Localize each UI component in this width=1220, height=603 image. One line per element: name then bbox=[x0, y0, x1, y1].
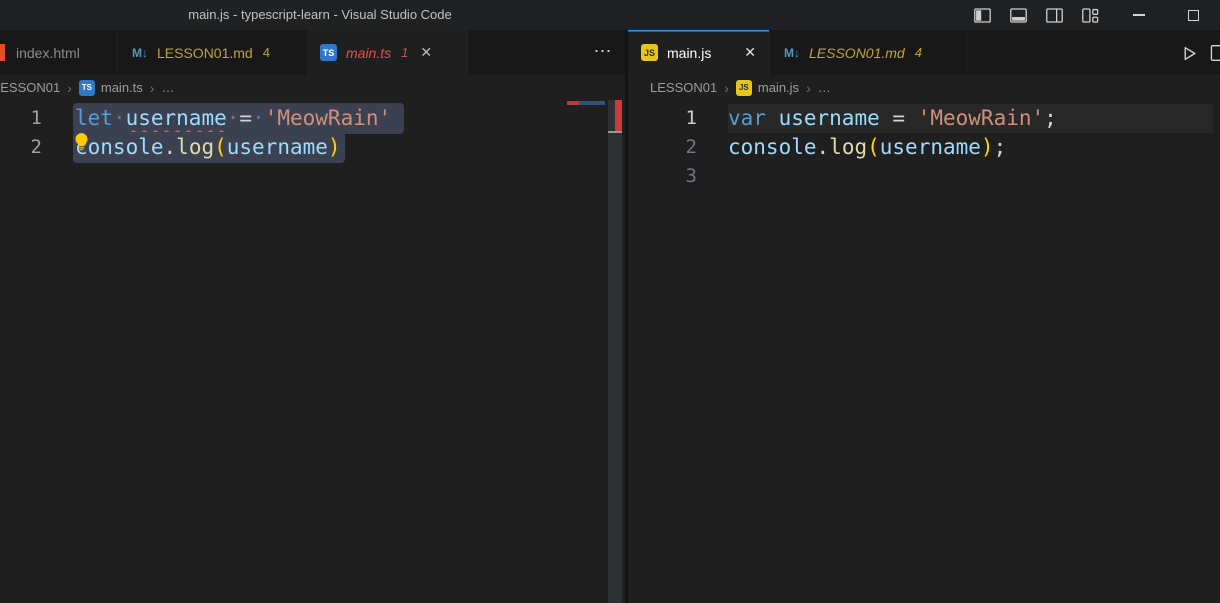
toggle-panel-icon[interactable] bbox=[1009, 6, 1028, 25]
maximize-icon bbox=[1188, 10, 1199, 21]
run-file-icon[interactable] bbox=[1174, 38, 1204, 68]
toggle-secondary-sidebar-icon[interactable] bbox=[1045, 6, 1064, 25]
tab-index-html[interactable]: index.html bbox=[0, 30, 118, 75]
tab-label: index.html bbox=[16, 45, 80, 61]
chevron-right-icon: › bbox=[724, 80, 729, 96]
line-number: 1 bbox=[0, 104, 42, 133]
toggle-primary-sidebar-icon[interactable] bbox=[973, 6, 992, 25]
chevron-right-icon: › bbox=[806, 80, 811, 96]
more-actions-icon[interactable]: ⋯ bbox=[583, 30, 623, 75]
markdown-file-icon: M↓ bbox=[784, 44, 800, 61]
quick-fix-lightbulb-icon[interactable] bbox=[72, 132, 91, 151]
chevron-right-icon: › bbox=[67, 80, 72, 96]
problems-badge: 4 bbox=[915, 45, 922, 60]
minimize-icon bbox=[1133, 14, 1145, 15]
tab-label: LESSON01.md bbox=[157, 45, 253, 61]
code-line: 2 console.log(username) bbox=[0, 133, 625, 162]
close-tab-icon[interactable]: ✕ bbox=[420, 44, 432, 61]
code-line: 1 var username = 'MeowRain'; bbox=[628, 104, 1220, 133]
minimize-button[interactable] bbox=[1122, 0, 1156, 30]
breadcrumb-right: LESSON01 › JS main.js › … bbox=[628, 75, 1220, 100]
code-text: console.log(username); bbox=[728, 133, 1006, 162]
chevron-right-icon: › bbox=[150, 80, 155, 96]
breadcrumb-folder[interactable]: LESSON01 bbox=[650, 80, 717, 95]
javascript-file-icon: JS bbox=[736, 80, 752, 96]
tab-lesson01-md-left[interactable]: M↓ LESSON01.md 4 bbox=[118, 30, 308, 75]
tab-label: main.ts bbox=[346, 45, 391, 61]
tab-label: main.js bbox=[667, 45, 711, 61]
line-number: 1 bbox=[628, 104, 697, 133]
layout-controls bbox=[973, 0, 1100, 30]
tab-label: LESSON01.md bbox=[809, 45, 905, 61]
code-text: let·username·=·'MeowRain' bbox=[75, 104, 404, 133]
tab-lesson01-md-right[interactable]: M↓ LESSON01.md 4 bbox=[770, 30, 967, 75]
tab-main-ts[interactable]: TS main.ts 1 ✕ bbox=[308, 30, 468, 75]
javascript-file-icon: JS bbox=[641, 44, 658, 61]
maximize-button[interactable] bbox=[1176, 0, 1210, 30]
overview-ruler-error-mark bbox=[615, 100, 622, 133]
problems-badge: 4 bbox=[263, 45, 270, 60]
breadcrumb-left: LESSON01 › TS main.ts › … bbox=[0, 75, 618, 100]
minimap[interactable] bbox=[567, 101, 605, 106]
tab-main-js[interactable]: JS main.js ✕ bbox=[628, 30, 770, 75]
typescript-file-icon: TS bbox=[79, 80, 95, 96]
problems-badge: 1 bbox=[401, 45, 408, 60]
breadcrumb-file[interactable]: main.js bbox=[758, 80, 799, 95]
minimap-selection-mark bbox=[579, 101, 605, 105]
line-number: 3 bbox=[628, 162, 697, 191]
code-line: 2 console.log(username); bbox=[628, 133, 1220, 162]
customize-layout-icon[interactable] bbox=[1081, 6, 1100, 25]
vertical-scrollbar[interactable] bbox=[608, 100, 622, 603]
html-file-icon bbox=[0, 44, 5, 61]
line-number: 2 bbox=[628, 133, 697, 162]
breadcrumb-symbol-ellipsis[interactable]: … bbox=[818, 80, 831, 95]
code-line: 1 let·username·=·'MeowRain' bbox=[0, 104, 625, 133]
breadcrumb-file[interactable]: main.ts bbox=[101, 80, 143, 95]
breadcrumb-folder[interactable]: LESSON01 bbox=[0, 80, 60, 95]
current-line-highlight: var username = 'MeowRain'; bbox=[728, 104, 1213, 133]
split-editor-icon[interactable] bbox=[1209, 44, 1220, 62]
overview-ruler-cursor-mark bbox=[608, 131, 622, 133]
code-line: 3 bbox=[628, 162, 1220, 191]
code-text: console.log(username) bbox=[75, 133, 345, 162]
markdown-file-icon: M↓ bbox=[132, 44, 148, 61]
line-number: 2 bbox=[0, 133, 42, 162]
editor-pane-main-ts[interactable]: 1 let·username·=·'MeowRain' 2 console.lo… bbox=[0, 100, 625, 603]
window-title: main.js - typescript-learn - Visual Stud… bbox=[150, 0, 490, 30]
typescript-file-icon: TS bbox=[320, 44, 337, 61]
title-bar: main.js - typescript-learn - Visual Stud… bbox=[0, 0, 1220, 30]
editor-pane-main-js[interactable]: 1 var username = 'MeowRain'; 2 console.l… bbox=[628, 100, 1220, 603]
breadcrumb-symbol-ellipsis[interactable]: … bbox=[161, 80, 174, 95]
minimap-error-mark bbox=[567, 101, 579, 105]
close-tab-icon[interactable]: ✕ bbox=[744, 44, 756, 61]
